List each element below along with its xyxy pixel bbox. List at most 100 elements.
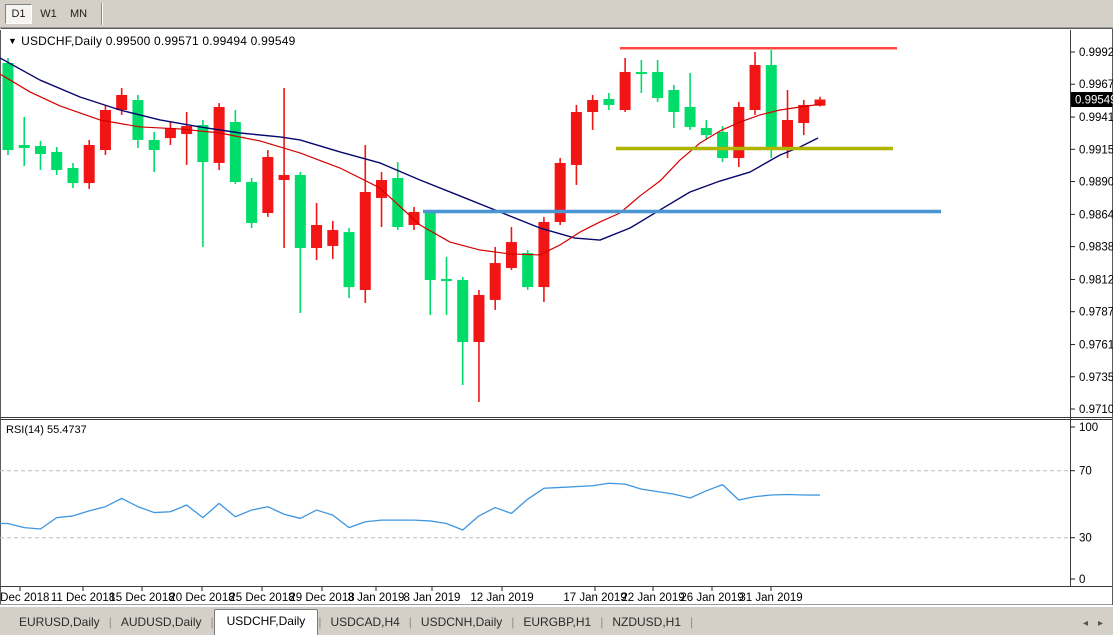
- candle-24: [392, 178, 403, 227]
- candle-10: [165, 128, 176, 138]
- time-axis-label: 6 Dec 2018: [0, 592, 49, 604]
- candle-37: [603, 99, 614, 105]
- candle-20: [327, 230, 338, 246]
- rsi-indicator-label: RSI(14) 55.4737: [6, 424, 87, 436]
- candles-layer: [3, 50, 826, 402]
- timeframe-toolbar: D1W1MN: [0, 0, 1113, 28]
- tab-nzdusd-h1[interactable]: NZDUSD,H1: [603, 611, 690, 635]
- candle-26: [425, 212, 436, 280]
- candle-42: [685, 107, 696, 127]
- time-axis-label: 3 Jan 2019: [348, 592, 405, 604]
- candle-45: [733, 107, 744, 158]
- rsi-line: [0, 483, 820, 530]
- chart-canvas[interactable]: 0.99925 0.99670 0.99410 0.99155 0.98900 0.986…: [0, 28, 1113, 607]
- time-axis: 6 Dec 201811 Dec 201815 Dec 201820 Dec 2…: [0, 587, 803, 604]
- tab-scroll-arrows: ◂ ▸: [1083, 618, 1113, 635]
- candle-28: [457, 280, 468, 342]
- current-price-badge: 0.99549: [1075, 95, 1113, 107]
- timeframe-button-w1[interactable]: W1: [35, 4, 62, 24]
- time-axis-label: 8 Jan 2019: [404, 592, 461, 604]
- candle-17: [279, 175, 290, 180]
- time-axis-label: 12 Jan 2019: [470, 592, 533, 604]
- candle-27: [441, 279, 452, 281]
- chart-tabs: EURUSD,Daily|AUDUSD,Daily|USDCHF,Daily|U…: [0, 607, 1083, 635]
- candle-36: [587, 100, 598, 112]
- rsi-pane: 100 70 30 0: [0, 422, 1098, 586]
- candle-21: [344, 232, 355, 287]
- svg-text:0.98125: 0.98125: [1079, 274, 1113, 286]
- rsi-name: RSI(14): [6, 424, 44, 436]
- candle-16: [262, 157, 273, 213]
- quote-line: ▼ USDCHF,Daily 0.99500 0.99571 0.99494 0.…: [8, 34, 295, 48]
- time-axis-label: 22 Jan 2019: [621, 592, 684, 604]
- tab-usdchf-daily[interactable]: USDCHF,Daily: [214, 609, 319, 635]
- time-axis-label: 15 Dec 2018: [109, 592, 174, 604]
- quote-symbol: USDCHF,Daily: [21, 34, 102, 48]
- rsi-current-value: 55.4737: [47, 424, 87, 436]
- tab-audusd-daily[interactable]: AUDUSD,Daily: [112, 611, 211, 635]
- candle-8: [132, 100, 143, 140]
- chevron-down-icon[interactable]: ▼: [8, 36, 17, 46]
- tab-usdcnh-daily[interactable]: USDCNH,Daily: [412, 611, 511, 635]
- candle-5: [84, 145, 95, 183]
- time-axis-label: 25 Dec 2018: [229, 592, 294, 604]
- tab-usdcad-h4[interactable]: USDCAD,H4: [321, 611, 408, 635]
- moving-averages-layer: [0, 58, 822, 255]
- candle-13: [214, 107, 225, 163]
- candle-1: [19, 145, 30, 148]
- candle-6: [100, 110, 111, 150]
- chart-tab-bar: EURUSD,Daily|AUDUSD,Daily|USDCHF,Daily|U…: [0, 606, 1113, 635]
- candle-3: [51, 152, 62, 170]
- svg-text:0.99155: 0.99155: [1079, 144, 1113, 156]
- time-axis-label: 26 Jan 2019: [680, 592, 743, 604]
- candle-41: [668, 90, 679, 112]
- time-axis-label: 17 Jan 2019: [563, 592, 626, 604]
- candle-15: [246, 182, 257, 223]
- candle-4: [67, 168, 78, 183]
- time-axis-label: 11 Dec 2018: [51, 592, 115, 604]
- svg-text:70: 70: [1079, 466, 1092, 478]
- tab-separator: |: [690, 615, 693, 635]
- time-axis-label: 29 Dec 2018: [289, 592, 354, 604]
- chart-frame: [0, 29, 1113, 606]
- tabs-scroll-right-icon[interactable]: ▸: [1098, 618, 1103, 629]
- candle-47: [766, 65, 777, 150]
- svg-text:0.99925: 0.99925: [1079, 47, 1113, 59]
- candle-29: [473, 295, 484, 342]
- candle-18: [295, 175, 306, 248]
- svg-text:0.97355: 0.97355: [1079, 372, 1113, 384]
- candle-30: [490, 263, 501, 300]
- toolbar-separator: [101, 3, 103, 25]
- svg-text:100: 100: [1079, 422, 1098, 434]
- candle-7: [116, 95, 127, 110]
- candle-40: [652, 72, 663, 98]
- svg-text:0.97870: 0.97870: [1079, 307, 1113, 319]
- timeframe-button-mn[interactable]: MN: [65, 4, 92, 24]
- tab-eurusd-daily[interactable]: EURUSD,Daily: [10, 611, 109, 635]
- trendlines-layer: [423, 48, 941, 211]
- candle-46: [750, 65, 761, 110]
- svg-text:0.97610: 0.97610: [1079, 340, 1113, 352]
- candle-22: [360, 192, 371, 290]
- svg-text:0.99670: 0.99670: [1079, 79, 1113, 91]
- tab-eurgbp-h1[interactable]: EURGBP,H1: [514, 611, 600, 635]
- timeframe-button-d1[interactable]: D1: [5, 4, 32, 24]
- tabs-scroll-left-icon[interactable]: ◂: [1083, 618, 1088, 629]
- candle-49: [798, 105, 809, 123]
- candle-43: [701, 128, 712, 135]
- candle-35: [571, 112, 582, 165]
- svg-text:0.98900: 0.98900: [1079, 177, 1113, 189]
- time-axis-label: 31 Jan 2019: [739, 592, 802, 604]
- svg-text:0.97100: 0.97100: [1079, 404, 1113, 416]
- timeframe-buttons: D1W1MN: [5, 4, 95, 24]
- svg-text:0.99410: 0.99410: [1079, 112, 1113, 124]
- svg-text:30: 30: [1079, 533, 1092, 545]
- svg-text:0.98640: 0.98640: [1079, 209, 1113, 221]
- quote-ohlc-values: 0.99500 0.99571 0.99494 0.99549: [106, 34, 296, 48]
- candle-2: [35, 146, 46, 154]
- candle-9: [149, 140, 160, 150]
- candle-38: [620, 72, 631, 110]
- svg-text:0.98385: 0.98385: [1079, 242, 1113, 254]
- candle-19: [311, 225, 322, 248]
- svg-text:0: 0: [1079, 574, 1085, 586]
